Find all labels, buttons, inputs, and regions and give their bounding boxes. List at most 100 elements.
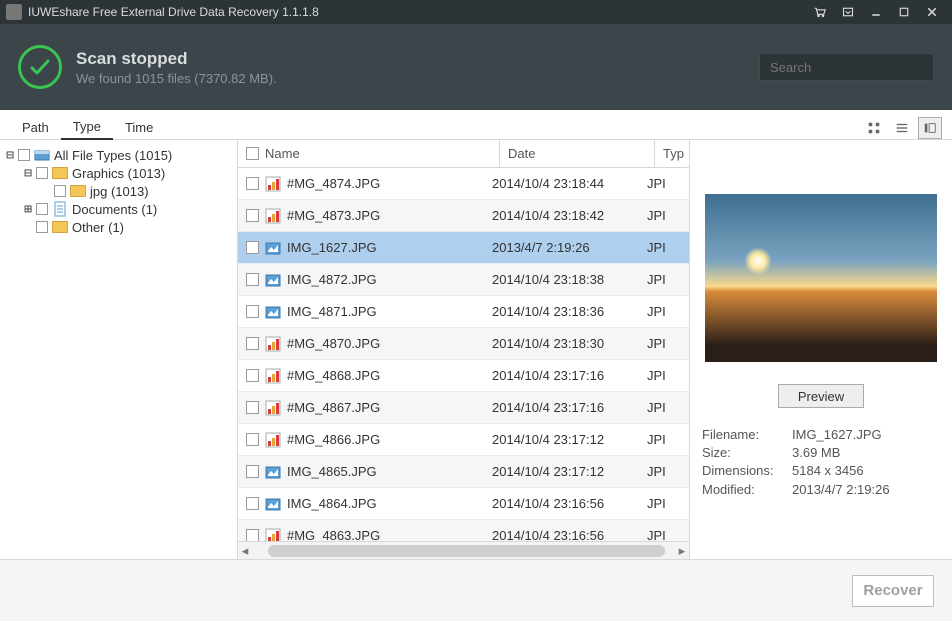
file-type: JPI	[647, 400, 681, 415]
tree-expander-icon[interactable]: ⊟	[4, 148, 16, 163]
meta-size: 3.69 MB	[792, 444, 840, 462]
file-state-icon	[265, 400, 281, 416]
tree-checkbox[interactable]	[54, 185, 66, 197]
tree-expander-icon[interactable]: ⊟	[22, 166, 34, 181]
row-checkbox[interactable]	[246, 497, 259, 510]
folder-icon	[52, 166, 68, 180]
app-title: IUWEshare Free External Drive Data Recov…	[28, 5, 319, 19]
meta-filename-label: Filename:	[702, 426, 792, 444]
search-box[interactable]	[759, 53, 934, 81]
tree-label: All File Types (1015)	[54, 148, 172, 163]
row-checkbox[interactable]	[246, 401, 259, 414]
file-date: 2014/10/4 23:17:12	[492, 464, 647, 479]
tree-checkbox[interactable]	[36, 203, 48, 215]
tree-node[interactable]: jpg (1013)	[4, 182, 233, 200]
tree-node[interactable]: ⊟ Graphics (1013)	[4, 164, 233, 182]
file-metadata: Filename:IMG_1627.JPG Size:3.69 MB Dimen…	[702, 426, 940, 499]
row-checkbox[interactable]	[246, 369, 259, 382]
preview-pane: Preview Filename:IMG_1627.JPG Size:3.69 …	[690, 140, 952, 559]
tree-checkbox[interactable]	[18, 149, 30, 161]
col-name[interactable]: Name	[238, 140, 500, 167]
table-row[interactable]: #MG_4868.JPG2014/10/4 23:17:16JPI	[238, 360, 689, 392]
preview-button[interactable]: Preview	[778, 384, 864, 408]
tree-node[interactable]: Other (1)	[4, 218, 233, 236]
tree-checkbox[interactable]	[36, 221, 48, 233]
file-state-icon	[265, 368, 281, 384]
file-type: JPI	[647, 272, 681, 287]
file-state-icon	[265, 272, 281, 288]
table-row[interactable]: #MG_4870.JPG2014/10/4 23:18:30JPI	[238, 328, 689, 360]
status-check-icon	[18, 45, 62, 89]
file-name: #MG_4867.JPG	[285, 400, 492, 415]
file-state-icon	[265, 240, 281, 256]
view-grid-button[interactable]	[862, 117, 886, 139]
select-all-checkbox[interactable]	[246, 147, 259, 160]
table-row[interactable]: IMG_4872.JPG2014/10/4 23:18:38JPI	[238, 264, 689, 296]
view-detail-button[interactable]	[918, 117, 942, 139]
row-checkbox[interactable]	[246, 465, 259, 478]
table-row[interactable]: #MG_4866.JPG2014/10/4 23:17:12JPI	[238, 424, 689, 456]
tab-path[interactable]: Path	[10, 116, 61, 139]
tree-checkbox[interactable]	[36, 167, 48, 179]
tab-time[interactable]: Time	[113, 116, 165, 139]
table-row[interactable]: IMG_1627.JPG2013/4/7 2:19:26JPI	[238, 232, 689, 264]
file-state-icon	[265, 464, 281, 480]
table-row[interactable]: #MG_4873.JPG2014/10/4 23:18:42JPI	[238, 200, 689, 232]
meta-size-label: Size:	[702, 444, 792, 462]
table-row[interactable]: #MG_4874.JPG2014/10/4 23:18:44JPI	[238, 168, 689, 200]
maximize-button[interactable]	[890, 0, 918, 24]
row-checkbox[interactable]	[246, 209, 259, 222]
file-date: 2014/10/4 23:18:38	[492, 272, 647, 287]
row-checkbox[interactable]	[246, 305, 259, 318]
window-icon[interactable]	[834, 0, 862, 24]
file-date: 2013/4/7 2:19:26	[492, 240, 647, 255]
horizontal-scrollbar[interactable]: ◂▸	[238, 541, 689, 559]
view-list-button[interactable]	[890, 117, 914, 139]
row-checkbox[interactable]	[246, 433, 259, 446]
file-type: JPI	[647, 304, 681, 319]
col-name-label: Name	[265, 146, 300, 161]
table-row[interactable]: #MG_4863.JPG2014/10/4 23:16:56JPI	[238, 520, 689, 541]
tree-node[interactable]: ⊟ All File Types (1015)	[4, 146, 233, 164]
tree-expander-icon[interactable]	[22, 220, 34, 235]
row-checkbox[interactable]	[246, 529, 259, 541]
meta-filename: IMG_1627.JPG	[792, 426, 882, 444]
tree-node[interactable]: ⊞Documents (1)	[4, 200, 233, 218]
col-type[interactable]: Typ	[655, 140, 689, 167]
status-header: Scan stopped We found 1015 files (7370.8…	[0, 24, 952, 110]
meta-dimensions-label: Dimensions:	[702, 462, 792, 480]
cart-icon[interactable]	[806, 0, 834, 24]
list-header: Name Date Typ	[238, 140, 689, 168]
recover-button[interactable]: Recover	[852, 575, 934, 607]
tree-expander-icon[interactable]: ⊞	[22, 202, 34, 217]
row-checkbox[interactable]	[246, 241, 259, 254]
table-row[interactable]: IMG_4864.JPG2014/10/4 23:16:56JPI	[238, 488, 689, 520]
row-checkbox[interactable]	[246, 177, 259, 190]
preview-image	[705, 194, 937, 362]
tab-type[interactable]: Type	[61, 115, 113, 140]
file-type: JPI	[647, 528, 681, 541]
col-date[interactable]: Date	[500, 140, 655, 167]
file-name: IMG_4864.JPG	[285, 496, 492, 511]
file-type: JPI	[647, 208, 681, 223]
file-name: #MG_4870.JPG	[285, 336, 492, 351]
row-checkbox[interactable]	[246, 337, 259, 350]
row-checkbox[interactable]	[246, 273, 259, 286]
tree-label: jpg (1013)	[90, 184, 149, 199]
file-name: IMG_1627.JPG	[285, 240, 492, 255]
drive-icon	[34, 148, 50, 162]
close-button[interactable]	[918, 0, 946, 24]
search-input[interactable]	[768, 59, 948, 76]
tree-expander-icon[interactable]	[40, 184, 52, 199]
scan-status-subtitle: We found 1015 files (7370.82 MB).	[76, 71, 759, 86]
file-name: #MG_4868.JPG	[285, 368, 492, 383]
minimize-button[interactable]	[862, 0, 890, 24]
file-date: 2014/10/4 23:18:30	[492, 336, 647, 351]
table-row[interactable]: IMG_4865.JPG2014/10/4 23:17:12JPI	[238, 456, 689, 488]
file-date: 2014/10/4 23:17:12	[492, 432, 647, 447]
table-row[interactable]: #MG_4867.JPG2014/10/4 23:17:16JPI	[238, 392, 689, 424]
table-row[interactable]: IMG_4871.JPG2014/10/4 23:18:36JPI	[238, 296, 689, 328]
file-state-icon	[265, 528, 281, 542]
file-name: #MG_4874.JPG	[285, 176, 492, 191]
tree-label: Graphics (1013)	[72, 166, 165, 181]
